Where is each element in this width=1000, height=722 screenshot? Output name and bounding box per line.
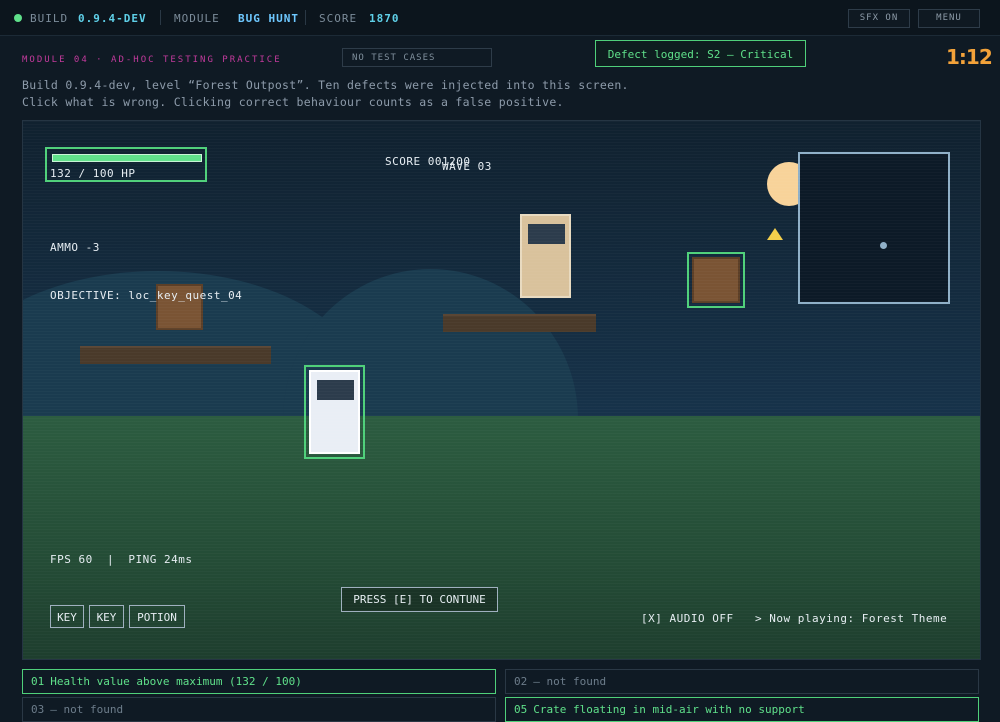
finding-number: 03 bbox=[31, 703, 45, 716]
divider bbox=[160, 10, 161, 25]
module-title: MODULE 04 · AD-HOC TESTING PRACTICE bbox=[22, 55, 282, 65]
divider bbox=[305, 10, 306, 25]
health-bar bbox=[52, 154, 202, 162]
player-marker-icon bbox=[880, 242, 887, 249]
sfx-toggle-button[interactable]: SFX ON bbox=[848, 9, 910, 28]
platform-right[interactable] bbox=[443, 314, 596, 332]
platform-left[interactable] bbox=[80, 346, 271, 364]
test-cases-button[interactable]: NO TEST CASES bbox=[342, 48, 492, 67]
finding-02: 02 — not found bbox=[505, 669, 979, 694]
health-text: 132 / 100 HP bbox=[50, 167, 136, 180]
finding-03: 03 — not found bbox=[22, 697, 496, 722]
inventory-slot-potion[interactable]: POTION bbox=[129, 605, 185, 628]
countdown-timer: 1:12 bbox=[946, 45, 993, 69]
finding-text: — not found bbox=[533, 675, 607, 688]
instructions-line-2: Click what is wrong. Clicking correct be… bbox=[22, 95, 564, 109]
npc-visor bbox=[528, 224, 565, 244]
finding-number: 01 bbox=[31, 675, 45, 688]
player-character[interactable] bbox=[304, 365, 365, 459]
finding-text: — not found bbox=[50, 703, 124, 716]
npc-floating-character[interactable] bbox=[520, 214, 571, 298]
build-label: BUILD bbox=[30, 12, 69, 25]
inventory-slot-key-2[interactable]: KEY bbox=[89, 605, 124, 628]
finding-text: Health value above maximum (132 / 100) bbox=[50, 675, 302, 688]
press-continue-prompt[interactable]: PRESS [E] TO CONTUNE bbox=[341, 587, 498, 612]
game-viewport[interactable]: 132 / 100 HP SCORE 001200 WAVE 03 AMMO -… bbox=[22, 120, 981, 660]
module-value: BUG HUNT bbox=[238, 12, 299, 25]
build-value: 0.9.4-DEV bbox=[78, 12, 147, 25]
defect-logged-toast: Defect logged: S2 — Critical bbox=[595, 40, 806, 67]
floating-crate[interactable] bbox=[687, 252, 745, 308]
finding-number: 05 bbox=[514, 703, 528, 716]
status-dot-icon bbox=[14, 14, 22, 22]
inventory-slot-key-1[interactable]: KEY bbox=[50, 605, 84, 628]
wave-display[interactable]: WAVE 03 bbox=[442, 160, 492, 173]
finding-text: Crate floating in mid-air with no suppor… bbox=[533, 703, 805, 716]
player-visor bbox=[317, 380, 354, 400]
finding-number: 02 bbox=[514, 675, 528, 688]
score-label: SCORE bbox=[319, 12, 358, 25]
objective-display[interactable]: OBJECTIVE: loc_key_quest_04 bbox=[50, 289, 242, 302]
health-panel[interactable]: 132 / 100 HP bbox=[45, 147, 207, 182]
top-bar: BUILD 0.9.4-DEV MODULE BUG HUNT SCORE 18… bbox=[0, 0, 1000, 36]
warning-triangle-icon[interactable] bbox=[766, 227, 784, 241]
score-value: 1870 bbox=[369, 12, 400, 25]
audio-status[interactable]: [X] AUDIO OFF > Now playing: Forest Them… bbox=[641, 612, 947, 625]
instructions-line-1: Build 0.9.4-dev, level “Forest Outpost”.… bbox=[22, 78, 629, 92]
ammo-display[interactable]: AMMO -3 bbox=[50, 241, 100, 254]
finding-05: 05 Crate floating in mid-air with no supp… bbox=[505, 697, 979, 722]
minimap[interactable] bbox=[798, 152, 950, 304]
fps-ping-display[interactable]: FPS 60 | PING 24ms bbox=[50, 553, 192, 566]
finding-01: 01 Health value above maximum (132 / 100) bbox=[22, 669, 496, 694]
menu-button[interactable]: MENU bbox=[918, 9, 980, 28]
module-label: MODULE bbox=[174, 12, 220, 25]
